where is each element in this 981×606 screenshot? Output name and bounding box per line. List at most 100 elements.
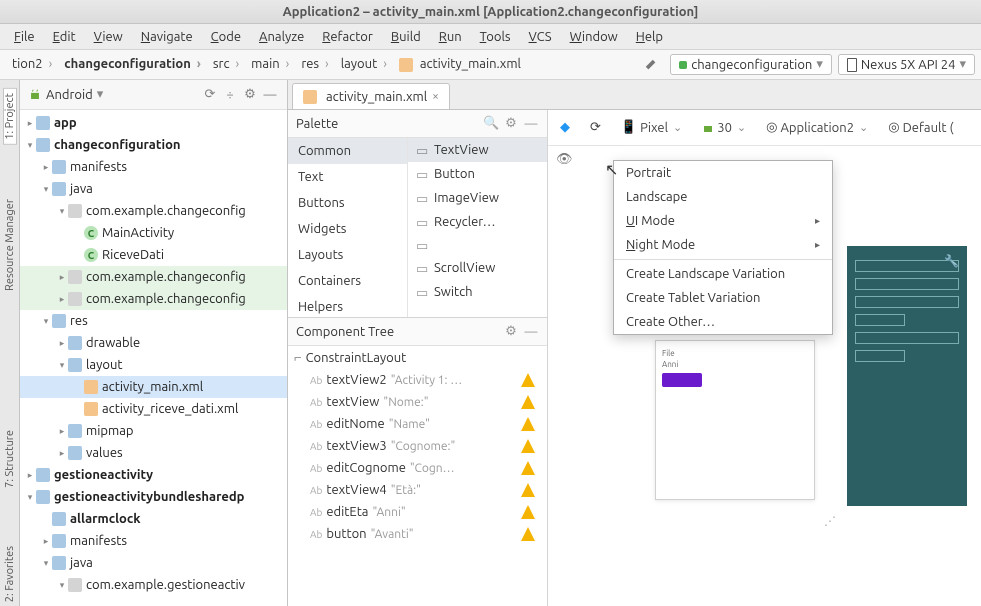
component-tree-item[interactable]: Ab editCognome "Cogn…: [288, 457, 547, 479]
menu-run[interactable]: Run: [431, 27, 470, 47]
side-tab-favorites[interactable]: 2: Favorites: [4, 542, 16, 606]
component-tree-root[interactable]: ⌐ ConstraintLayout: [288, 346, 547, 369]
palette-categories[interactable]: CommonTextButtonsWidgetsLayoutsContainer…: [288, 138, 408, 317]
tree-item[interactable]: ▾changeconfiguration: [20, 134, 287, 156]
tree-item[interactable]: ▾java: [20, 178, 287, 200]
menu-item[interactable]: Create Other…: [614, 310, 832, 334]
component-tree[interactable]: ⌐ ConstraintLayoutAb textView2 "Activity…: [288, 346, 547, 606]
component-tree-item[interactable]: Ab textView2 "Activity 1: …: [288, 369, 547, 391]
palette-item[interactable]: ▭TextView: [408, 138, 547, 162]
component-tree-item[interactable]: Ab textView "Nome:": [288, 391, 547, 413]
breadcrumb[interactable]: activity_main.xml: [393, 55, 533, 74]
run-config-selector[interactable]: changeconfiguration▾: [670, 54, 832, 75]
gear-icon[interactable]: ⚙: [503, 116, 519, 131]
tree-item[interactable]: activity_main.xml: [20, 376, 287, 398]
api-picker[interactable]: 30: [696, 119, 752, 137]
resize-handle-icon[interactable]: ⋰: [824, 514, 836, 528]
palette-category[interactable]: Common: [288, 138, 407, 164]
palette-item[interactable]: ▭Switch: [408, 280, 547, 304]
tree-item[interactable]: ▸app: [20, 112, 287, 134]
side-tab-project[interactable]: 1: Project: [3, 88, 17, 145]
editor-tab[interactable]: activity_main.xml×: [292, 83, 450, 109]
palette-category[interactable]: Helpers: [288, 294, 407, 317]
component-tree-item[interactable]: Ab textView3 "Cognome:": [288, 435, 547, 457]
menu-item[interactable]: Night Mode: [614, 233, 832, 257]
tree-item[interactable]: ▸com.example.changeconfig: [20, 288, 287, 310]
tree-item[interactable]: allarmclock: [20, 508, 287, 530]
palette-category[interactable]: Text: [288, 164, 407, 190]
tree-item[interactable]: ▸mipmap: [20, 420, 287, 442]
menu-item[interactable]: Create Tablet Variation: [614, 286, 832, 310]
view-mode-icon[interactable]: ◆: [554, 118, 576, 137]
breadcrumb[interactable]: changeconfiguration: [58, 55, 207, 73]
tree-item[interactable]: ▾java: [20, 552, 287, 574]
tree-item[interactable]: ▾com.example.gestioneactiv: [20, 574, 287, 596]
tree-item[interactable]: ▾com.example.changeconfig: [20, 200, 287, 222]
tree-item[interactable]: ▾layout: [20, 354, 287, 376]
menu-tools[interactable]: Tools: [472, 27, 519, 47]
palette-item[interactable]: ▭Recycler…: [408, 210, 547, 234]
hide-icon[interactable]: —: [523, 117, 539, 131]
palette-item[interactable]: ▭Button: [408, 162, 547, 186]
menu-item[interactable]: UI Mode: [614, 209, 832, 233]
menu-refactor[interactable]: Refactor: [314, 27, 381, 47]
visibility-icon[interactable]: 👁: [556, 152, 573, 167]
search-icon[interactable]: 🔍: [483, 116, 499, 131]
palette-item[interactable]: ▭ImageView: [408, 186, 547, 210]
menu-analyze[interactable]: Analyze: [251, 27, 312, 47]
gear-icon[interactable]: ⚙: [241, 86, 259, 104]
component-tree-item[interactable]: Ab button "Avanti": [288, 523, 547, 545]
breadcrumb[interactable]: main: [245, 55, 295, 73]
palette-category[interactable]: Buttons: [288, 190, 407, 216]
tree-item[interactable]: ▸manifests: [20, 156, 287, 178]
side-tab-resource-manager[interactable]: Resource Manager: [4, 195, 16, 295]
close-icon[interactable]: ×: [432, 90, 439, 103]
device-selector[interactable]: Nexus 5X API 24▾: [838, 54, 975, 75]
palette-items[interactable]: ▭TextView▭Button▭ImageView▭Recycler…▭▭Sc…: [408, 138, 547, 317]
menu-vcs[interactable]: VCS: [521, 27, 560, 47]
palette-category[interactable]: Widgets: [288, 216, 407, 242]
palette-category[interactable]: Containers: [288, 268, 407, 294]
build-icon[interactable]: [638, 56, 664, 74]
tree-item[interactable]: ▸gestioneactivity: [20, 464, 287, 486]
palette-category[interactable]: Layouts: [288, 242, 407, 268]
component-tree-item[interactable]: Ab editNome "Name": [288, 413, 547, 435]
menu-build[interactable]: Build: [383, 27, 429, 47]
breadcrumb[interactable]: tion2: [6, 55, 58, 73]
component-tree-item[interactable]: Ab editEta "Anni": [288, 501, 547, 523]
menu-file[interactable]: File: [6, 27, 43, 47]
tree-item[interactable]: ▸values: [20, 442, 287, 464]
menu-item[interactable]: Portrait: [614, 161, 832, 185]
menu-window[interactable]: Window: [562, 27, 626, 47]
tree-item[interactable]: ▸com.example.changeconfig: [20, 266, 287, 288]
hide-icon[interactable]: —: [523, 325, 539, 339]
breadcrumb[interactable]: src: [207, 55, 245, 73]
device-picker[interactable]: 📱 Pixel: [615, 118, 688, 137]
menu-item[interactable]: Create Landscape Variation: [614, 262, 832, 286]
theme-picker[interactable]: ◎ Default (: [882, 118, 959, 137]
menu-item[interactable]: Landscape: [614, 185, 832, 209]
gear-icon[interactable]: ⚙: [503, 324, 519, 339]
tree-item[interactable]: ▸drawable: [20, 332, 287, 354]
tree-item[interactable]: CRiceveDati: [20, 244, 287, 266]
wrench-icon[interactable]: 🔧: [944, 254, 959, 268]
project-view-mode[interactable]: Android: [46, 88, 93, 102]
tree-item[interactable]: ▾gestioneactivitybundlesharedp: [20, 486, 287, 508]
menu-help[interactable]: Help: [628, 27, 671, 47]
main-menu[interactable]: FileEditViewNavigateCodeAnalyzeRefactorB…: [0, 24, 981, 50]
tree-item[interactable]: ▾res: [20, 310, 287, 332]
menu-navigate[interactable]: Navigate: [133, 27, 201, 47]
palette-item[interactable]: ▭: [408, 234, 547, 256]
hide-icon[interactable]: —: [261, 86, 279, 104]
tree-item[interactable]: ▸manifests: [20, 530, 287, 552]
menu-code[interactable]: Code: [203, 27, 249, 47]
collapse-icon[interactable]: ÷: [221, 86, 239, 104]
orientation-icon[interactable]: ⟳: [584, 118, 607, 137]
palette-item[interactable]: ▭ScrollView: [408, 256, 547, 280]
orientation-menu[interactable]: PortraitLandscapeUI ModeNight Mode Create…: [613, 160, 833, 335]
component-tree-item[interactable]: Ab textView4 "Età:": [288, 479, 547, 501]
menu-view[interactable]: View: [86, 27, 131, 47]
menu-edit[interactable]: Edit: [45, 27, 84, 47]
sync-icon[interactable]: ⟳: [201, 86, 219, 104]
tree-item[interactable]: CMainActivity: [20, 222, 287, 244]
